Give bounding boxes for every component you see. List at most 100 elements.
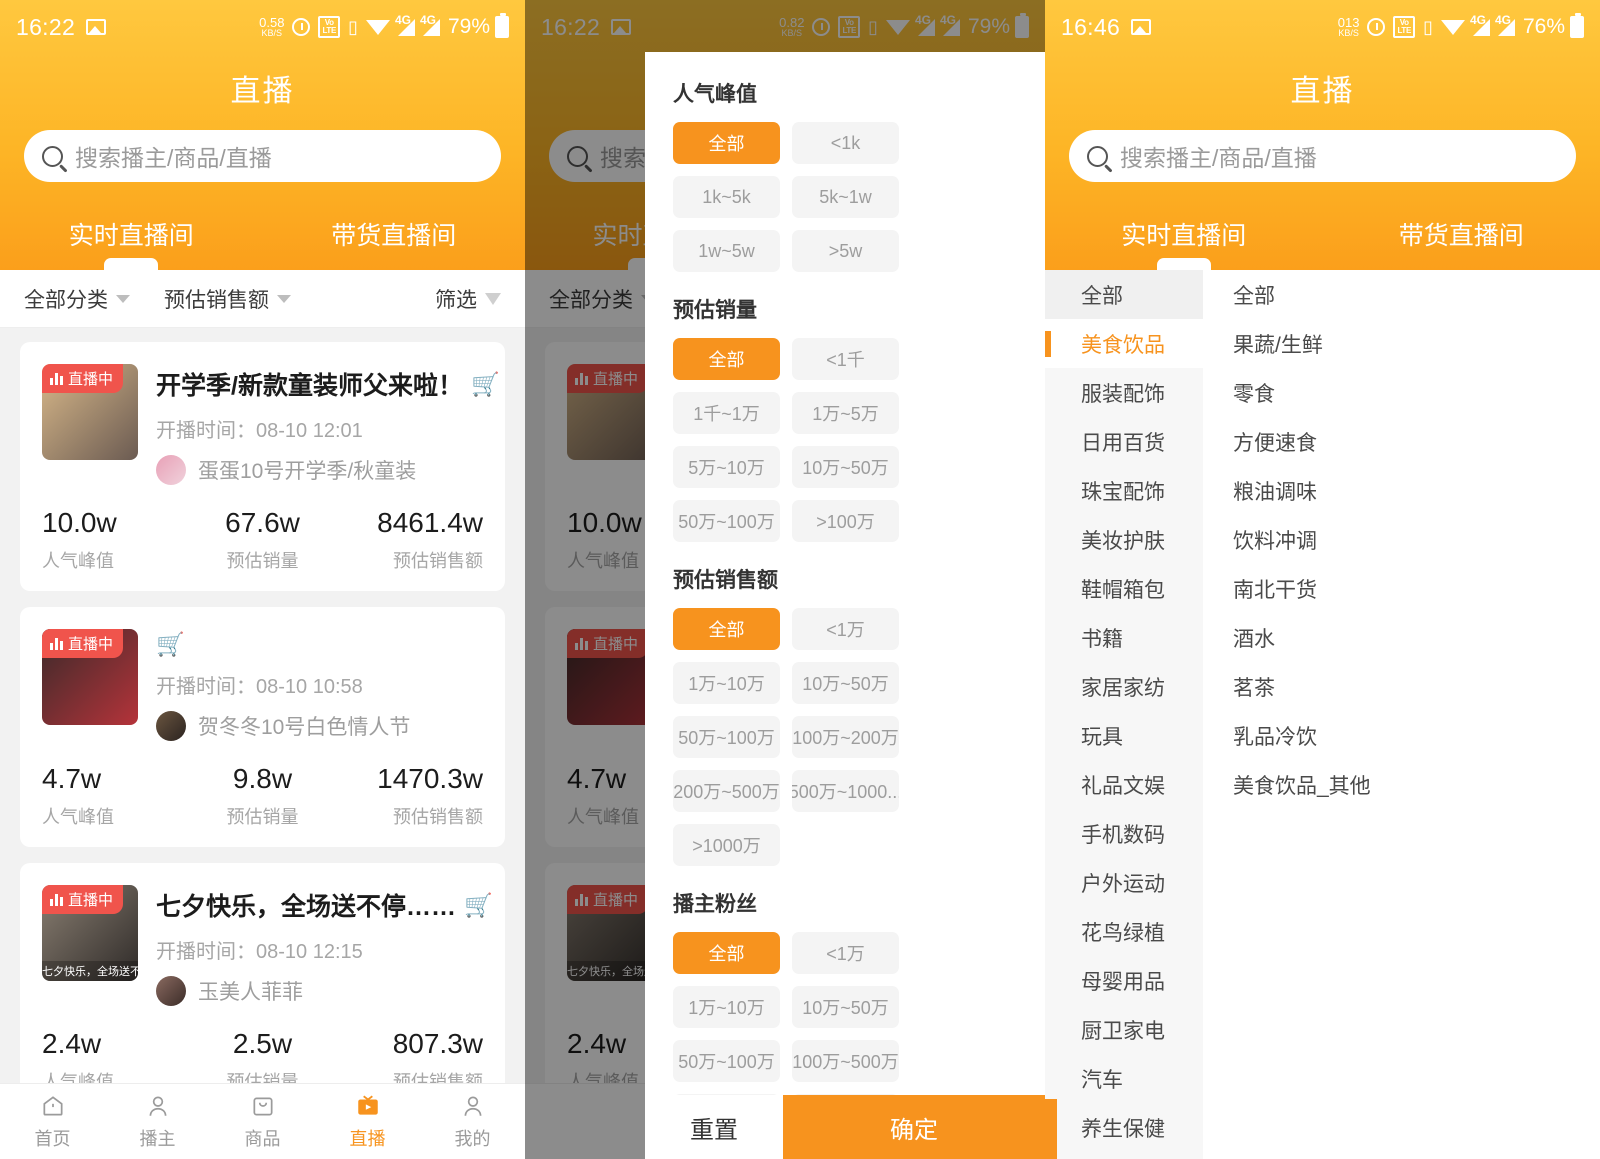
filter-actions: 重置 确定 [645,1095,1045,1159]
filter-chip[interactable]: 1w~5w [673,230,780,272]
filter-button[interactable]: 筛选 [435,284,501,314]
category-secondary-item[interactable]: 果蔬/生鲜 [1233,319,1600,368]
category-primary-item[interactable]: 鞋帽箱包 [1045,564,1203,613]
live-thumbnail[interactable]: 直播中 七夕快乐，全场送不 [42,885,138,981]
filter-chip[interactable]: >5w [792,230,899,272]
filter-chip[interactable]: 1k~5k [673,176,780,218]
filter-chip[interactable]: <1k [792,122,899,164]
filter-sort-dropdown[interactable]: 预估销售额 [164,284,291,314]
live-room-card[interactable]: 直播中 🛒 开播时间：08-10 10:58 贺冬冬10号白色情人节 4.7w … [20,607,505,847]
category-secondary-list[interactable]: 全部 果蔬/生鲜 零食 方便速食 粮油调味 饮料冲调 南北干货 酒水 茗茶 乳品冷饮 美食饮品_其他 [1203,270,1600,1159]
wifi-icon [1440,19,1465,35]
filter-chip[interactable]: 50万~100万 [673,1040,780,1082]
category-secondary-item[interactable]: 南北干货 [1233,564,1600,613]
category-primary-item[interactable]: 日用百货 [1045,417,1203,466]
live-thumbnail[interactable]: 直播中 [42,629,138,725]
filter-chip[interactable]: 10万~50万 [792,986,899,1028]
filter-chip[interactable]: 1万~10万 [673,986,780,1028]
category-primary-item[interactable]: 花鸟绿植 [1045,907,1203,956]
live-author[interactable]: 玉美人菲菲 [156,976,483,1006]
filter-chip[interactable]: 1万~10万 [673,662,780,704]
live-room-card[interactable]: 直播中 开学季/新款童装师父来啦！🛒 开播时间：08-10 12:01 蛋蛋10… [20,342,505,591]
category-secondary-item[interactable]: 饮料冲调 [1233,515,1600,564]
filter-chip[interactable]: 200万~500万 [673,770,780,812]
filter-groups[interactable]: 人气峰值 全部 <1k 1k~5k 5k~1w 1w~5w >5w 预估销量 全部 <1千 1… [645,52,1045,1095]
category-secondary-item[interactable]: 零食 [1233,368,1600,417]
category-primary-item[interactable]: 母婴用品 [1045,956,1203,1005]
search-input[interactable]: 搜索播主/商品/直播 [24,130,501,182]
author-name: 玉美人菲菲 [198,981,303,1004]
live-author[interactable]: 贺冬冬10号白色情人节 [156,711,483,741]
filter-chip[interactable]: 1万~5万 [792,392,899,434]
category-primary-list[interactable]: 全部 美食饮品 服装配饰 日用百货 珠宝配饰 美妆护肤 鞋帽箱包 书籍 家居家纺 玩具 礼品文娱 手机… [1045,270,1203,1159]
confirm-button[interactable]: 确定 [782,1095,1045,1159]
category-secondary-item[interactable]: 酒水 [1233,613,1600,662]
live-author[interactable]: 蛋蛋10号开学季/秋童装 [156,455,483,485]
search-input[interactable]: 搜索播主/商品/直播 [1069,130,1576,182]
category-secondary-item[interactable]: 乳品冷饮 [1233,711,1600,760]
cart-icon[interactable]: 🛒 [464,892,493,919]
category-primary-item[interactable]: 珠宝配饰 [1045,466,1203,515]
category-primary-item[interactable]: 美妆护肤 [1045,515,1203,564]
cart-icon[interactable]: 🛒 [156,631,185,658]
filter-chip[interactable]: 5k~1w [792,176,899,218]
category-secondary-item[interactable]: 粮油调味 [1233,466,1600,515]
alarm-icon [1367,18,1386,36]
category-primary-item[interactable]: 美食饮品 [1045,319,1203,368]
signal-2-icon: 4G [420,13,440,36]
filter-category-dropdown[interactable]: 全部分类 [24,284,130,314]
filter-chip[interactable]: 全部 [673,122,780,164]
category-secondary-item[interactable]: 全部 [1233,270,1600,319]
tab-realtime[interactable]: 实时直播间 [0,208,263,270]
stat-revenue-value: 1470.3w [377,763,483,794]
filter-chip[interactable]: >100万 [792,500,899,542]
filter-chip[interactable]: 全部 [673,338,780,380]
vibrate-icon: ▯ [348,16,358,37]
filter-chip[interactable]: 100万~200万 [792,716,899,758]
category-primary-item[interactable]: 户外运动 [1045,858,1203,907]
category-primary-item[interactable]: 服装配饰 [1045,368,1203,417]
live-room-list[interactable]: 直播中 开学季/新款童装师父来啦！🛒 开播时间：08-10 12:01 蛋蛋10… [0,328,525,1159]
category-primary-item[interactable]: 厨卫家电 [1045,1005,1203,1054]
category-primary-item[interactable]: 礼品文娱 [1045,760,1203,809]
filter-chip[interactable]: 10万~50万 [792,662,899,704]
live-thumbnail[interactable]: 直播中 [42,364,138,460]
nav-label-anchor: 播主 [139,1128,176,1149]
category-primary-item[interactable]: 手机数码 [1045,809,1203,858]
nav-item-home[interactable]: 首页 [0,1084,105,1159]
nav-item-profile[interactable]: 我的 [420,1084,525,1159]
reset-button[interactable]: 重置 [645,1095,783,1159]
nav-item-anchor[interactable]: 播主 [105,1084,210,1159]
filter-chip[interactable]: 全部 [673,932,780,974]
cart-icon[interactable]: 🛒 [471,371,500,398]
category-primary-item[interactable]: 养生保健 [1045,1103,1203,1152]
category-primary-item[interactable]: 书籍 [1045,613,1203,662]
category-primary-item[interactable]: 汽车 [1045,1054,1203,1103]
filter-chip[interactable]: <1万 [792,608,899,650]
filter-chip[interactable]: 10万~50万 [792,446,899,488]
filter-chip[interactable]: 500万~1000... [792,770,899,812]
filter-chip[interactable]: 全部 [673,608,780,650]
live-room-card[interactable]: 直播中 七夕快乐，全场送不 七夕快乐，全场送不停……🛒 开播时间：08-10 1… [20,863,505,1112]
filter-chip[interactable]: >1000万 [673,824,780,866]
category-secondary-item[interactable]: 美食饮品_其他 [1233,760,1600,809]
tab-commerce[interactable]: 带货直播间 [1323,208,1600,270]
tab-commerce[interactable]: 带货直播间 [263,208,526,270]
filter-chip[interactable]: 100万~500万 [792,1040,899,1082]
filter-chip[interactable]: 50万~100万 [673,500,780,542]
filter-chip[interactable]: 5万~10万 [673,446,780,488]
nav-item-live[interactable]: 直播 [315,1084,420,1159]
category-primary-item[interactable]: 全部 [1045,270,1203,319]
filter-chip[interactable]: <1万 [792,932,899,974]
nav-item-goods[interactable]: 商品 [210,1084,315,1159]
category-secondary-item[interactable]: 茗茶 [1233,662,1600,711]
filter-chip[interactable]: 50万~100万 [673,716,780,758]
live-bars-icon [50,893,63,906]
category-primary-item[interactable]: 家居家纺 [1045,662,1203,711]
signal-2-icon: 4G [1495,13,1515,36]
filter-chip[interactable]: 1千~1万 [673,392,780,434]
category-secondary-item[interactable]: 方便速食 [1233,417,1600,466]
filter-chip[interactable]: <1千 [792,338,899,380]
tab-realtime[interactable]: 实时直播间 [1045,208,1323,270]
category-primary-item[interactable]: 玩具 [1045,711,1203,760]
